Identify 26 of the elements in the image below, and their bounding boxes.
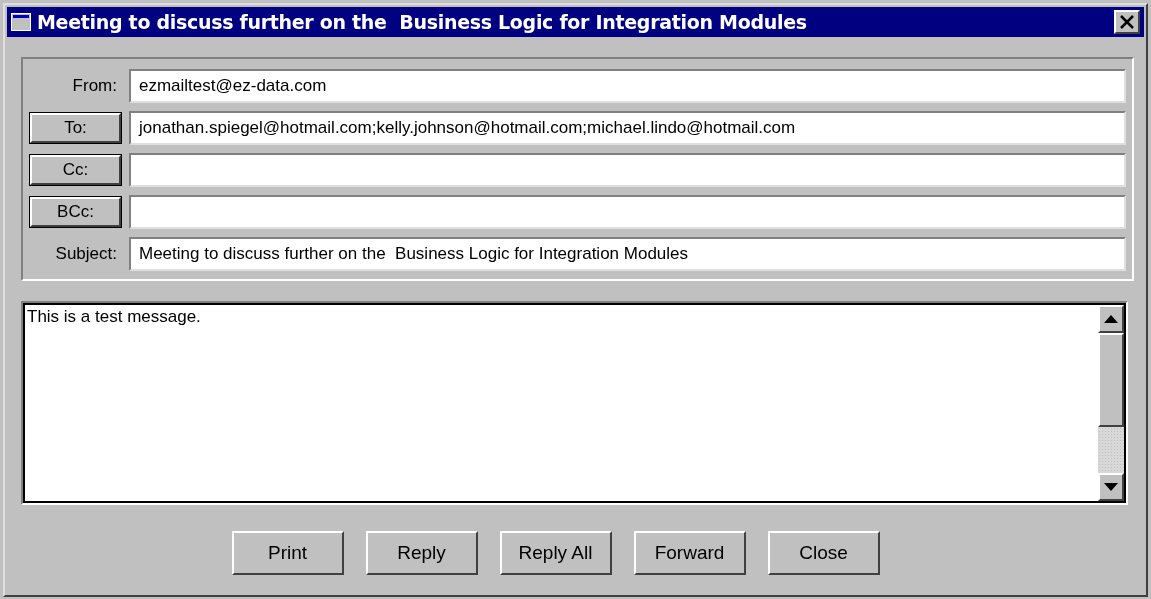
action-button[interactable]: Close: [767, 531, 880, 575]
input-field[interactable]: [129, 153, 1126, 187]
input-field[interactable]: ezmailtest@ez-data.com: [129, 69, 1126, 103]
scroll-thumb[interactable]: [1098, 333, 1124, 427]
scrollbar[interactable]: [1098, 303, 1126, 503]
action-button[interactable]: Reply All: [499, 531, 612, 575]
close-button[interactable]: [1114, 10, 1140, 34]
action-button[interactable]: Forward: [633, 531, 746, 575]
message-body[interactable]: This is a test message.: [23, 303, 1098, 503]
input-field[interactable]: Meeting to discuss further on the Business Logic for Integration Modules: [129, 237, 1126, 271]
field-label: From:: [71, 76, 118, 96]
window-icon: [11, 13, 31, 31]
close-icon: [1119, 15, 1135, 29]
scroll-up-button[interactable]: [1098, 305, 1124, 333]
action-button[interactable]: Print: [231, 531, 344, 575]
scroll-down-button[interactable]: [1098, 473, 1124, 501]
down-arrow-icon: [1104, 483, 1118, 491]
field-label: Subject:: [54, 244, 118, 264]
address-button[interactable]: Cc:: [30, 155, 121, 185]
address-button[interactable]: To:: [30, 113, 121, 143]
input-field[interactable]: jonathan.spiegel@hotmail.com;kelly.johnson@hotmail.com;michael.lindo@hotmail.com: [129, 111, 1126, 145]
input-field[interactable]: [129, 195, 1126, 229]
address-button[interactable]: BCc:: [30, 197, 121, 227]
up-arrow-icon: [1104, 315, 1118, 323]
window-title: Meeting to discuss further on the Business Logic for Integration Modules: [37, 11, 808, 33]
action-button[interactable]: Reply: [365, 531, 478, 575]
